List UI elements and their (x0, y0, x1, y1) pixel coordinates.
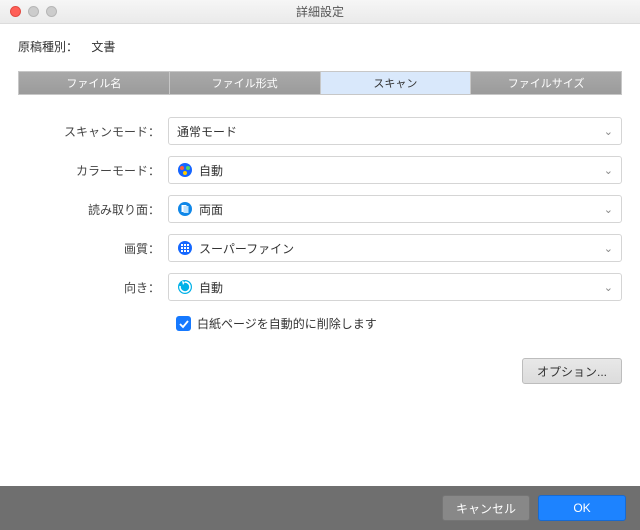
quality-select[interactable]: スーパーファイン ⌄ (168, 234, 622, 262)
read-side-value: 両面 (199, 201, 223, 218)
option-row: オプション... (18, 358, 622, 384)
window-title: 詳細設定 (0, 3, 640, 20)
read-side-select[interactable]: 両面 ⌄ (168, 195, 622, 223)
ok-button-label: OK (573, 501, 590, 515)
chevron-down-icon: ⌄ (604, 242, 613, 255)
quality-grid-icon (177, 240, 193, 256)
scan-form: スキャンモード： 通常モード ⌄ カラーモード： 自動 ⌄ 読み取り面： (18, 117, 622, 384)
cancel-button-label: キャンセル (456, 500, 516, 517)
document-type-value: 文書 (91, 40, 115, 54)
footer: キャンセル OK (0, 486, 640, 530)
tab-label: ファイル形式 (212, 75, 278, 91)
tab-filename[interactable]: ファイル名 (19, 72, 170, 94)
duplex-icon (177, 201, 193, 217)
options-button[interactable]: オプション... (522, 358, 622, 384)
read-side-label: 読み取り面： (18, 201, 168, 218)
color-mode-label: カラーモード： (18, 162, 168, 179)
chevron-down-icon: ⌄ (604, 125, 613, 138)
color-mode-row: カラーモード： 自動 ⌄ (18, 156, 622, 184)
tab-label: ファイル名 (66, 75, 121, 91)
quality-row: 画質： スーパーファイン ⌄ (18, 234, 622, 262)
document-type-row: 原稿種別： 文書 (18, 38, 622, 55)
read-side-row: 読み取り面： 両面 ⌄ (18, 195, 622, 223)
tab-label: ファイルサイズ (508, 75, 585, 91)
orientation-value: 自動 (199, 279, 223, 296)
document-type-label: 原稿種別： (18, 40, 78, 54)
quality-label: 画質： (18, 240, 168, 257)
scan-mode-label: スキャンモード： (18, 123, 168, 140)
blank-remove-checkbox[interactable] (176, 316, 191, 331)
scan-mode-row: スキャンモード： 通常モード ⌄ (18, 117, 622, 145)
orientation-select[interactable]: 自動 ⌄ (168, 273, 622, 301)
ok-button[interactable]: OK (538, 495, 626, 521)
tab-label: スキャン (373, 75, 417, 91)
tab-scan[interactable]: スキャン (321, 72, 472, 94)
content-area: 原稿種別： 文書 ファイル名 ファイル形式 スキャン ファイルサイズ スキャンモ… (0, 24, 640, 486)
tabs: ファイル名 ファイル形式 スキャン ファイルサイズ (18, 71, 622, 95)
tab-fileformat[interactable]: ファイル形式 (170, 72, 321, 94)
blank-remove-label: 白紙ページを自動的に削除します (197, 315, 377, 332)
blank-remove-row[interactable]: 白紙ページを自動的に削除します (176, 315, 622, 332)
options-button-label: オプション... (537, 363, 607, 380)
tab-filesize[interactable]: ファイルサイズ (471, 72, 621, 94)
checkmark-icon (179, 319, 189, 329)
chevron-down-icon: ⌄ (604, 164, 613, 177)
rotate-icon (177, 279, 193, 295)
orientation-row: 向き： 自動 ⌄ (18, 273, 622, 301)
orientation-label: 向き： (18, 279, 168, 296)
scan-mode-select[interactable]: 通常モード ⌄ (168, 117, 622, 145)
color-mode-value: 自動 (199, 162, 223, 179)
quality-value: スーパーファイン (199, 240, 294, 257)
chevron-down-icon: ⌄ (604, 281, 613, 294)
color-mode-select[interactable]: 自動 ⌄ (168, 156, 622, 184)
scan-mode-value: 通常モード (177, 123, 237, 140)
chevron-down-icon: ⌄ (604, 203, 613, 216)
auto-color-icon (177, 162, 193, 178)
cancel-button[interactable]: キャンセル (442, 495, 530, 521)
titlebar: 詳細設定 (0, 0, 640, 24)
